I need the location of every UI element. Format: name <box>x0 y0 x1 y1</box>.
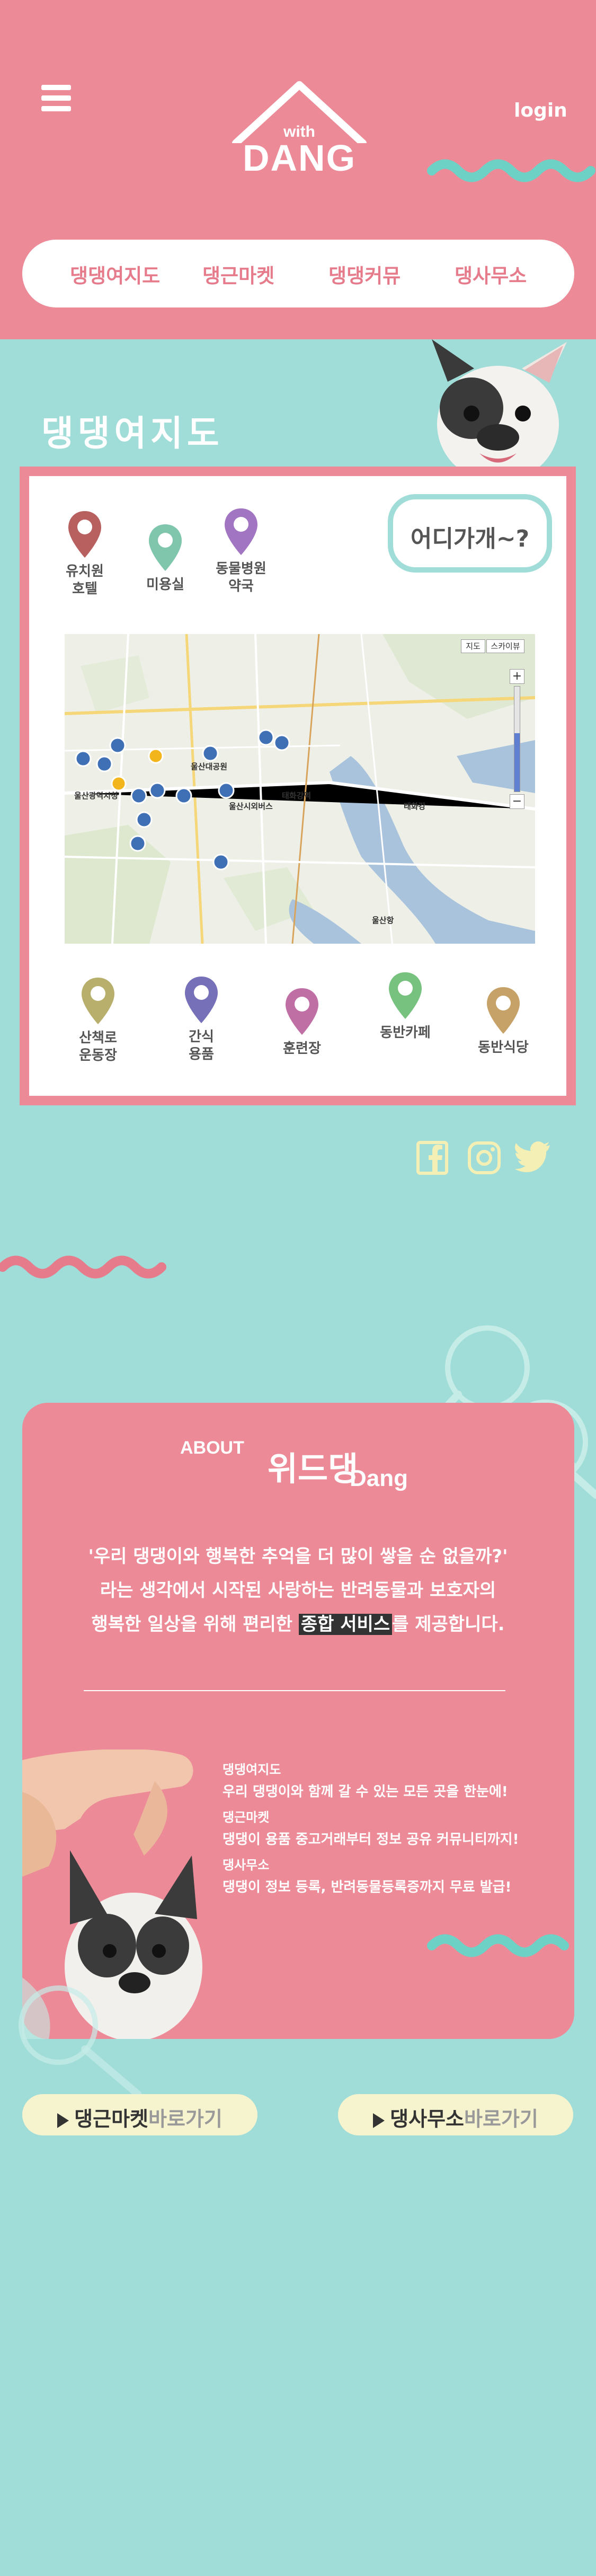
instagram-icon[interactable] <box>467 1141 501 1175</box>
go-market-button[interactable]: 댕근마켓바로가기 <box>22 2094 257 2135</box>
speech-bubble: 어디가개~? <box>388 494 552 573</box>
pin-training[interactable]: 훈련장 <box>275 986 328 1058</box>
feature-desc: 댕댕이 용품 중고거래부터 정보 공유 커뮤니티까지! <box>223 1832 519 1848</box>
about-brand: 위드댕 <box>268 1449 359 1488</box>
pin-salon[interactable]: 미용실 <box>139 522 192 594</box>
pin-snacks-supplies[interactable]: 간식 용품 <box>175 974 228 1063</box>
pin-label: 훈련장 <box>283 1041 321 1057</box>
zoom-in-button[interactable]: + <box>510 669 524 684</box>
twitter-icon[interactable] <box>515 1141 551 1173</box>
nav-item-market[interactable]: 댕근마켓 <box>202 260 274 288</box>
button-main-text: 댕사무소 <box>390 2107 464 2131</box>
wave-decoration <box>427 1934 569 1957</box>
map-label: 울산시외버스 <box>229 802 273 811</box>
feature-office: 댕사무소 댕댕이 정보 등록, 반려동물등록증까지 무료 발급! <box>223 1854 511 1896</box>
map-pin-icon <box>82 978 114 1024</box>
feature-title: 댕댕여지도 <box>223 1762 281 1777</box>
wave-decoration <box>0 1255 166 1279</box>
play-arrow-icon <box>57 2113 69 2128</box>
map-label: 태화강 <box>404 802 426 811</box>
pin-label: 간식 용품 <box>189 1029 214 1062</box>
about-text-line-1: '우리 댕댕이와 행복한 추억을 더 많이 쌓을 순 없을까?' <box>88 1546 508 1567</box>
logo-name-text: DANG <box>242 137 357 179</box>
play-arrow-icon <box>373 2113 385 2128</box>
feature-market: 댕근마켓 댕댕이 용품 중고거래부터 정보 공유 커뮤니티까지! <box>223 1807 519 1848</box>
map-graphic: 울산광역시청 울산대공원 울산시외버스 태화강역 울산항 태화강 <box>65 634 535 944</box>
feature-desc: 우리 댕댕이와 함께 갈 수 있는 모든 곳을 한눈에! <box>223 1784 508 1800</box>
menu-icon[interactable] <box>41 85 71 111</box>
section-title-map: 댕댕여지도 <box>41 413 224 454</box>
about-text-line-3-post: 를 제공합니다. <box>392 1614 505 1635</box>
about-text-highlight: 종합 서비스 <box>298 1614 393 1635</box>
button-main-text: 댕근마켓 <box>74 2107 148 2131</box>
nav-item-community[interactable]: 댕댕커뮤 <box>328 260 401 288</box>
speech-bubble-text: 어디가개~? <box>410 525 530 552</box>
pin-label: 동물병원 약국 <box>216 561 266 594</box>
go-office-label: 댕사무소바로가기 <box>338 2103 573 2132</box>
map-label: 울산광역시청 <box>74 791 118 801</box>
pin-kindergarten-hotel[interactable]: 유치원 호텔 <box>58 509 111 597</box>
zoom-out-button[interactable]: − <box>510 794 524 809</box>
map-pin-icon <box>487 987 520 1034</box>
pin-pet-cafe[interactable]: 동반카페 <box>376 970 434 1042</box>
about-label: ABOUT <box>180 1438 244 1458</box>
pin-label: 동반식당 <box>478 1040 529 1056</box>
about-text-line-3: 행복한 일상을 위해 편리한 종합 서비스 를 제공합니다. <box>0 1610 596 1636</box>
facebook-icon[interactable] <box>416 1141 448 1175</box>
main-nav: 댕댕여지도 댕근마켓 댕댕커뮤 댕사무소 <box>22 240 574 307</box>
pin-hospital-pharmacy[interactable]: 동물병원 약국 <box>212 506 270 595</box>
button-sub-text: 바로가기 <box>148 2107 223 2131</box>
map-pin-icon <box>286 988 318 1035</box>
wave-decoration <box>427 159 595 182</box>
map-label: 울산대공원 <box>191 762 227 771</box>
map-pin-icon <box>389 972 422 1019</box>
map-pin-icon <box>68 511 101 558</box>
map-label: 태화강역 <box>282 791 311 801</box>
logo[interactable]: with DANG <box>225 80 373 186</box>
divider <box>84 1690 505 1691</box>
sky-view-button[interactable]: 스카이뷰 <box>486 639 524 653</box>
feature-map: 댕댕여지도 우리 댕댕이와 함께 갈 수 있는 모든 곳을 한눈에! <box>223 1759 508 1800</box>
map-pin-icon <box>185 977 218 1023</box>
about-text-line-3-pre: 행복한 일상을 위해 편리한 <box>91 1614 299 1635</box>
pin-label: 미용실 <box>146 577 184 593</box>
zoom-slider[interactable] <box>514 686 520 792</box>
map-pin-icon <box>149 524 182 571</box>
about-brand-sub: Dang <box>350 1465 408 1491</box>
about-text-line-2: 라는 생각에서 시작된 사랑하는 반려동물과 보호자의 <box>100 1580 496 1601</box>
feature-title: 댕사무소 <box>223 1858 270 1872</box>
zoom-level-fill <box>514 733 520 792</box>
go-office-button[interactable]: 댕사무소바로가기 <box>338 2094 573 2135</box>
pin-walk-field[interactable]: 산책로 운동장 <box>69 975 127 1064</box>
login-link[interactable]: login <box>514 100 567 121</box>
map-pin-icon <box>225 508 257 555</box>
map-type-button[interactable]: 지도 <box>461 639 485 653</box>
feature-desc: 댕댕이 정보 등록, 반려동물등록증까지 무료 발급! <box>223 1879 512 1895</box>
pin-pet-restaurant[interactable]: 동반식당 <box>474 985 532 1057</box>
go-market-label: 댕근마켓바로가기 <box>22 2103 257 2132</box>
pin-label: 동반카페 <box>380 1025 431 1041</box>
map-label: 울산항 <box>372 916 394 925</box>
lollipop-decoration <box>19 1985 141 2098</box>
pin-label: 유치원 호텔 <box>66 564 104 597</box>
button-sub-text: 바로가기 <box>464 2107 538 2131</box>
map-view[interactable]: 울산광역시청 울산대공원 울산시외버스 태화강역 울산항 태화강 <box>65 634 535 944</box>
pin-label: 산책로 운동장 <box>79 1030 117 1063</box>
nav-item-office[interactable]: 댕사무소 <box>455 260 527 288</box>
nav-item-map[interactable]: 댕댕여지도 <box>70 260 160 288</box>
feature-title: 댕근마켓 <box>223 1810 270 1825</box>
